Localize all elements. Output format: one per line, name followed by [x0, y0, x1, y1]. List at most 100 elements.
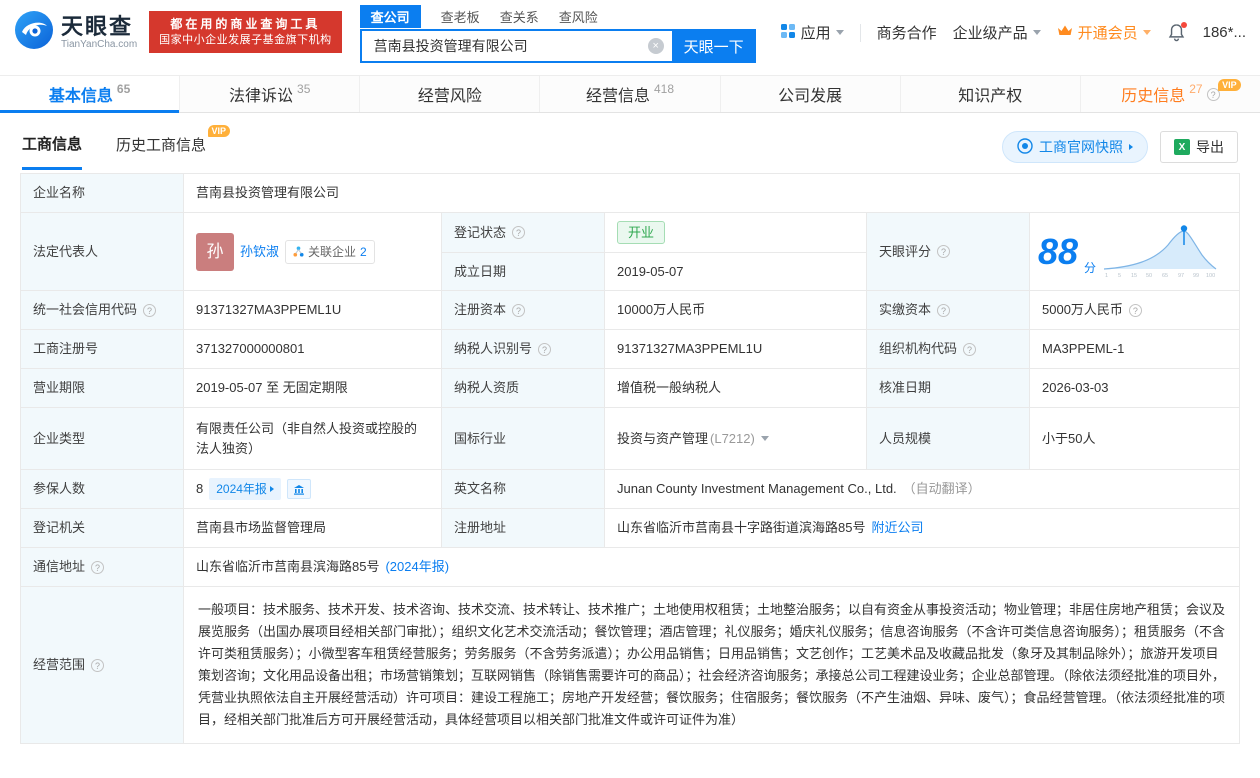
reg-authority-value: 莒南县市场监督管理局 [184, 509, 442, 547]
field-label: 经营范围 [21, 587, 184, 743]
help-icon[interactable] [963, 342, 977, 356]
camera-icon [1017, 137, 1033, 157]
tab-legal-litigation[interactable]: 法律诉讼 35 [179, 76, 360, 112]
help-icon[interactable] [143, 303, 157, 317]
field-label: 参保人数 [21, 470, 184, 508]
help-icon[interactable] [91, 658, 105, 672]
enterprise-label: 企业级产品 [952, 25, 1028, 42]
help-icon[interactable] [937, 245, 951, 258]
company-type-value: 有限责任公司（非自然人投资或控股的法人独资） [184, 408, 442, 469]
table-row: 营业期限 2019-05-07 至 无固定期限 纳税人资质 增值税一般纳税人 核… [21, 369, 1239, 408]
tab-company-development[interactable]: 公司发展 [719, 76, 900, 112]
related-count: 2 [360, 244, 367, 259]
taxpayer-id-value: 91371327MA3PPEML1U [605, 330, 867, 368]
search-box: 查公司 查老板 查关系 查风险 × 天眼一下 [359, 4, 756, 63]
related-companies-badge[interactable]: 关联企业 2 [285, 239, 375, 264]
industry-value: 投资与资产管理 (L7212) [605, 408, 867, 469]
legal-rep-link[interactable]: 孙钦淑 [240, 242, 279, 262]
snapshot-label: 工商官网快照 [1039, 139, 1123, 155]
help-icon[interactable] [937, 303, 951, 317]
search-tab-boss[interactable]: 查老板 [441, 7, 480, 26]
menu-divider [859, 23, 861, 42]
tab-operation-risk[interactable]: 经营风险 [359, 76, 540, 112]
org-code-value: MA3PPEML-1 [1042, 341, 1125, 356]
user-account[interactable]: 186*... [1203, 24, 1246, 41]
search-tab-risk[interactable]: 查风险 [559, 7, 598, 26]
table-row: 经营范围 一般项目：技术服务、技术开发、技术咨询、技术交流、技术转让、技术推广；… [21, 587, 1239, 743]
help-icon[interactable] [1128, 303, 1142, 317]
field-label: 组织机构代码 [867, 330, 1030, 368]
help-icon[interactable] [512, 226, 526, 239]
subtab-history-business-info[interactable]: 历史工商信息 VIP [116, 125, 231, 168]
table-row: 登记机关 莒南县市场监督管理局 注册地址 山东省临沂市莒南县十字路街道滨海路85… [21, 509, 1239, 548]
field-label: 营业期限 [21, 369, 184, 407]
company-name-value: 莒南县投资管理有限公司 [196, 185, 340, 200]
tab-history-info[interactable]: VIP 历史信息 27 [1079, 76, 1260, 112]
chevron-down-icon[interactable] [760, 436, 769, 441]
top-header: 天眼查 TianYanCha.com 都在用的商业查询工具 国家中小企业发展子基… [0, 0, 1260, 63]
tab-intellectual-property[interactable]: 知识产权 [899, 76, 1080, 112]
taxpayer-quality-value: 增值税一般纳税人 [605, 369, 867, 407]
help-icon[interactable] [512, 303, 526, 317]
tab-count: 27 [1189, 82, 1203, 96]
page: 天眼查 TianYanCha.com 都在用的商业查询工具 国家中小企业发展子基… [0, 0, 1260, 778]
chevron-down-icon [835, 30, 844, 35]
enterprise-products[interactable]: 企业级产品 [953, 22, 1041, 43]
building-icon [293, 484, 304, 495]
search-tab-company[interactable]: 查公司 [359, 4, 421, 28]
field-label: 统一社会信用代码 [21, 291, 184, 329]
legal-rep-avatar[interactable]: 孙 [196, 232, 234, 271]
status-badge: 开业 [617, 221, 666, 244]
business-scope-value: 一般项目：技术服务、技术开发、技术咨询、技术交流、技术转让、技术推广；土地使用权… [198, 602, 1226, 727]
clear-search-icon[interactable]: × [647, 38, 664, 54]
apps-menu[interactable]: 应用 [780, 22, 844, 43]
reg-address-value: 山东省临沂市莒南县十字路街道滨海路85号 附近公司 [605, 509, 1239, 547]
field-label: 核准日期 [867, 369, 1030, 407]
field-label: 纳税人资质 [442, 369, 605, 407]
score-unit: 分 [1084, 261, 1097, 275]
tab-label: 基本信息 [48, 88, 113, 105]
chevron-down-icon [1032, 30, 1041, 35]
vip-label: 开通会员 [1077, 25, 1138, 42]
field-label: 国标行业 [442, 408, 605, 469]
annual-report-link[interactable]: (2024年报) [385, 557, 449, 577]
tab-count: 418 [653, 82, 675, 96]
legal-rep-cell: 孙 孙钦淑 关联企业 2 [184, 213, 442, 290]
field-label: 成立日期 [442, 253, 605, 290]
official-snapshot-button[interactable]: 工商官网快照 [1002, 131, 1148, 163]
search-tab-relation[interactable]: 查关系 [500, 7, 539, 26]
tab-operation-info[interactable]: 经营信息 418 [539, 76, 720, 112]
institution-icon-button[interactable] [286, 479, 311, 499]
field-label: 人员规模 [867, 408, 1030, 469]
notifications-bell[interactable] [1167, 21, 1187, 43]
header-menu: 应用 商务合作 企业级产品 开通会员 186*... [780, 21, 1246, 43]
score-cell: 88 分 1 5 15 50 65 97 99 100 [1030, 213, 1239, 290]
export-button[interactable]: X 导出 [1160, 131, 1238, 163]
search-input[interactable] [371, 37, 648, 55]
tianyancha-logo[interactable]: 天眼查 TianYanCha.com [14, 10, 137, 55]
open-vip[interactable]: 开通会员 [1057, 22, 1151, 43]
tab-label: 公司发展 [778, 88, 843, 105]
search-button[interactable]: 天眼一下 [671, 29, 756, 63]
apps-label: 应用 [800, 25, 831, 42]
nearby-companies-link[interactable]: 附近公司 [871, 518, 923, 538]
tab-count: 65 [116, 82, 131, 96]
table-row: 工商注册号 371327000000801 纳税人识别号 91371327MA3… [21, 330, 1239, 369]
help-icon[interactable] [538, 342, 552, 356]
field-label: 纳税人识别号 [442, 330, 605, 368]
annual-report-badge[interactable]: 2024年报 [209, 478, 281, 500]
export-label: 导出 [1196, 139, 1224, 155]
help-icon[interactable] [91, 560, 105, 574]
svg-text:1: 1 [1105, 273, 1108, 279]
field-label: 注册资本 [442, 291, 605, 329]
business-term-value: 2019-05-07 至 无固定期限 [184, 369, 442, 407]
svg-text:50: 50 [1146, 273, 1152, 279]
business-cooperation[interactable]: 商务合作 [877, 22, 937, 43]
tab-basic-info[interactable]: 基本信息 65 [0, 76, 180, 113]
svg-text:65: 65 [1162, 273, 1168, 279]
chevron-down-icon [1142, 30, 1151, 35]
reg-number-value: 371327000000801 [184, 330, 442, 368]
tab-count: 35 [297, 82, 311, 96]
svg-text:5: 5 [1118, 273, 1121, 279]
subtab-business-info[interactable]: 工商信息 [22, 133, 83, 170]
